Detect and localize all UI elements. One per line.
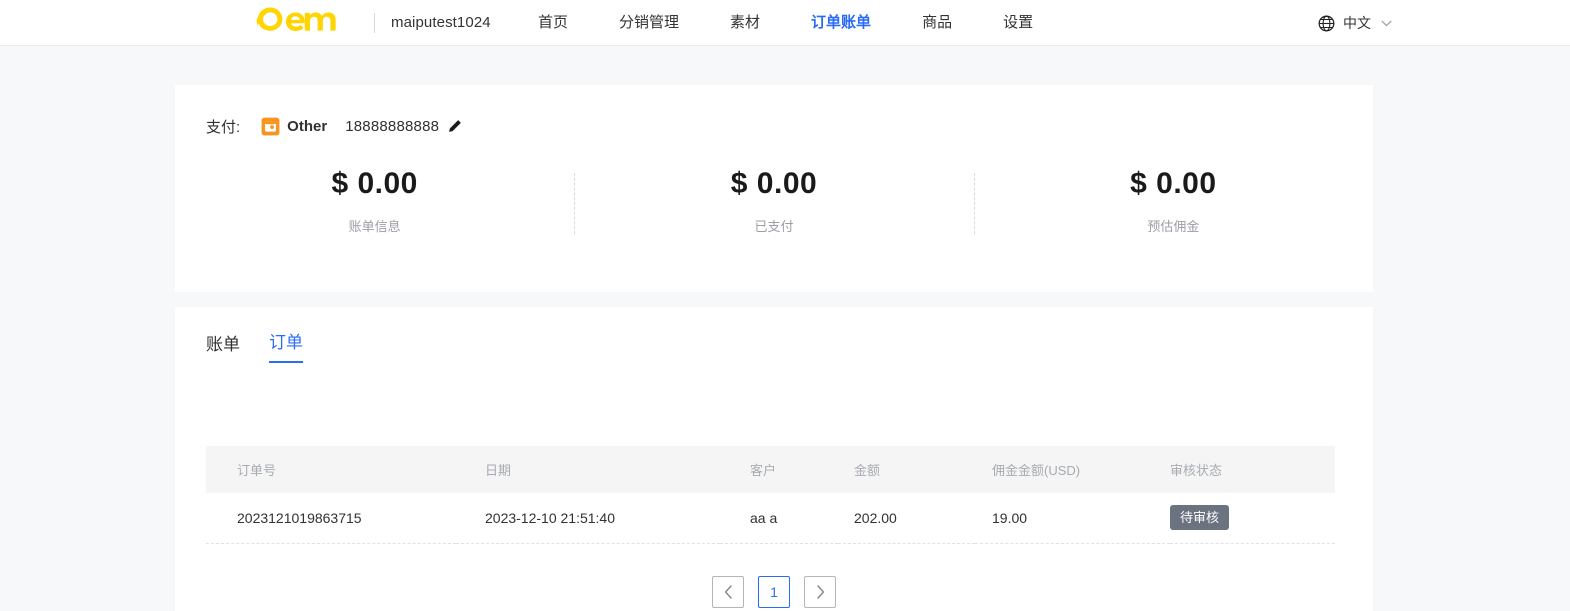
nav-divider [374, 13, 375, 33]
table-row[interactable]: 2023121019863715 2023-12-10 21:51:40 aa … [206, 493, 1335, 544]
cell-customer: aa a [720, 493, 838, 544]
table-header-row: 订单号 日期 客户 金额 佣金金额(USD) 审核状态 [206, 446, 1335, 493]
stat-value: $ 0.00 [730, 167, 818, 200]
wallet-icon [261, 117, 280, 135]
column-header-order-no: 订单号 [237, 463, 277, 478]
pagination: 1 [175, 576, 1373, 608]
column-header-customer: 客户 [750, 463, 777, 478]
nav-item-products[interactable]: 商品 [922, 0, 952, 46]
orders-tabs: 账单 订单 [206, 331, 303, 363]
pagination-page-1[interactable]: 1 [758, 576, 790, 608]
table-head: 订单号 日期 客户 金额 佣金金额(USD) 审核状态 [206, 446, 1335, 493]
language-label: 中文 [1343, 15, 1371, 31]
cell-order-no: 2023121019863715 [206, 493, 456, 544]
oem-logo[interactable] [256, 3, 356, 39]
payment-method-row: 支付: Other 18888888888 [206, 114, 462, 138]
stat-estimated-commission: $ 0.00 预估佣金 [973, 165, 1373, 235]
column-header-amount: 金额 [854, 463, 881, 478]
orders-table: 订单号 日期 客户 金额 佣金金额(USD) 审核状态 202312101986… [206, 446, 1335, 544]
chevron-left-icon [724, 585, 732, 599]
globe-icon [1318, 15, 1335, 31]
brand-name: maiputest1024 [391, 14, 491, 31]
tab-orders[interactable]: 订单 [269, 331, 303, 363]
nav-item-order-bill[interactable]: 订单账单 [811, 0, 871, 46]
orders-card: 账单 订单 订单号 日期 客户 金额 佣金金额(USD) 审核状态 202312… [175, 307, 1373, 611]
language-selector[interactable]: 中文 [1318, 0, 1392, 46]
stat-value: $ 0.00 [1130, 167, 1217, 200]
column-header-date: 日期 [485, 463, 512, 478]
pagination-prev-button[interactable] [712, 576, 744, 608]
payment-phone: 18888888888 [345, 117, 440, 135]
cell-status: 待审核 [1170, 493, 1335, 544]
payment-label: 支付: [206, 118, 241, 136]
summary-stats: $ 0.00 账单信息 $ 0.00 已支付 $ 0.00 预估佣金 [175, 165, 1373, 235]
table-body: 2023121019863715 2023-12-10 21:51:40 aa … [206, 493, 1335, 544]
nav-item-settings[interactable]: 设置 [1003, 0, 1033, 46]
column-header-commission: 佣金金额(USD) [992, 463, 1081, 478]
stat-bill-info: $ 0.00 账单信息 [175, 165, 574, 235]
column-header-status: 审核状态 [1170, 463, 1223, 478]
chevron-down-icon [1381, 20, 1392, 26]
nav-item-material[interactable]: 素材 [730, 0, 760, 46]
cell-amount: 202.00 [838, 493, 975, 544]
pagination-next-button[interactable] [804, 576, 836, 608]
stat-paid: $ 0.00 已支付 [574, 165, 973, 235]
stat-label: 账单信息 [348, 219, 401, 234]
cell-date: 2023-12-10 21:51:40 [456, 493, 720, 544]
status-badge: 待审核 [1170, 505, 1230, 531]
pencil-icon[interactable] [448, 119, 462, 133]
nav-item-home[interactable]: 首页 [538, 0, 568, 46]
nav-menu: 首页 分销管理 素材 订单账单 商品 设置 [538, 0, 1033, 46]
stat-label: 预估佣金 [1147, 219, 1200, 234]
tab-bills[interactable]: 账单 [206, 333, 240, 363]
orders-table-wrapper: 订单号 日期 客户 金额 佣金金额(USD) 审核状态 202312101986… [206, 446, 1335, 544]
nav-item-distribution[interactable]: 分销管理 [619, 0, 679, 46]
stat-value: $ 0.00 [331, 167, 418, 200]
top-navigation-bar: maiputest1024 首页 分销管理 素材 订单账单 商品 设置 中文 [0, 0, 1570, 46]
logo-icon [256, 7, 336, 31]
payment-summary-card: 支付: Other 18888888888 $ 0.00 账单信息 $ 0.00… [175, 85, 1373, 292]
cell-commission: 19.00 [975, 493, 1170, 544]
payment-method-name: Other [287, 117, 328, 135]
chevron-right-icon [816, 585, 824, 599]
stat-label: 已支付 [754, 219, 794, 234]
